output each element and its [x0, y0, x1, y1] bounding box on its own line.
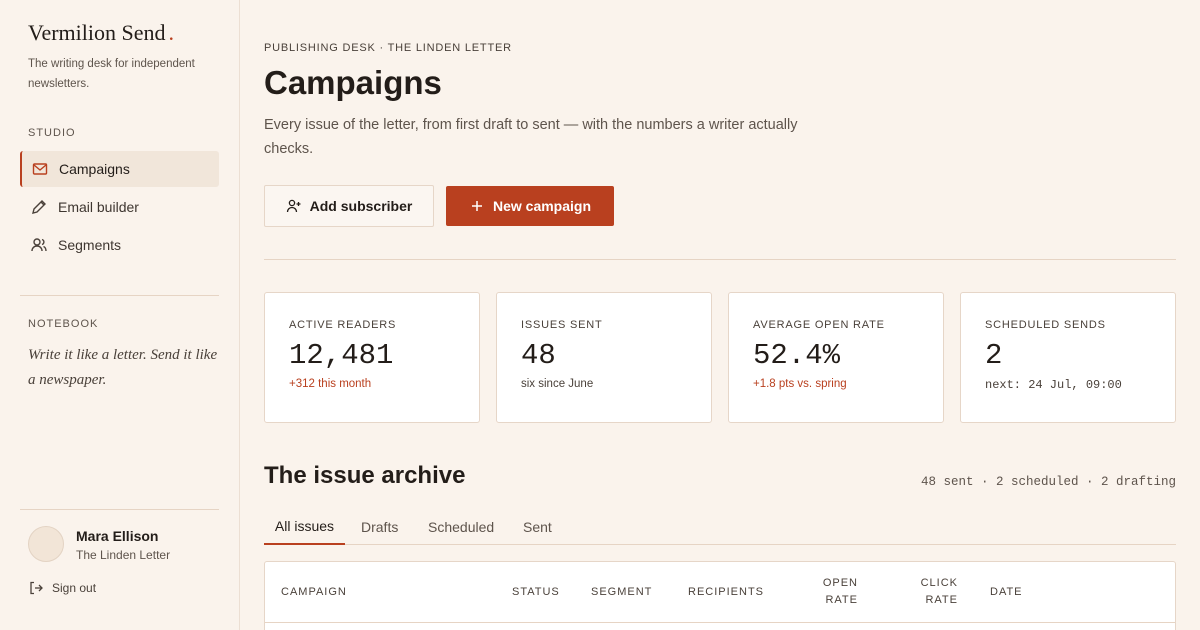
main-content: PUBLISHING DESK · THE LINDEN LETTER Camp… [264, 0, 1176, 630]
sign-out-icon [28, 580, 44, 596]
user-publication: The Linden Letter [76, 548, 171, 562]
add-subscriber-label: Add subscriber [309, 198, 413, 214]
tab-all-issues[interactable]: All issues [264, 508, 345, 545]
column-header-recipients[interactable]: RECIPIENTS [688, 562, 764, 622]
sidebar-item-email-builder[interactable]: Email builder [20, 189, 219, 225]
column-header-date[interactable]: DATE [990, 562, 1023, 622]
sign-out-label: Sign out [52, 581, 97, 595]
archive-title: The issue archive [264, 462, 466, 489]
stat-value: 52.4% [753, 339, 841, 372]
sidebar-item-label: Segments [58, 237, 122, 253]
studio-section-label: STUDIO [28, 127, 76, 139]
tab-sent[interactable]: Sent [523, 508, 552, 545]
sign-out-button[interactable]: Sign out [28, 580, 96, 596]
stat-card-issues-sent: ISSUES SENT 48 six since June [496, 292, 712, 423]
stat-card-open-rate: AVERAGE OPEN RATE 52.4% +1.8 pts vs. spr… [728, 292, 944, 423]
stat-note: +312 this month [289, 378, 372, 390]
stat-value: 2 [985, 339, 1003, 372]
stat-card-scheduled-sends: SCHEDULED SENDS 2 next: 24 Jul, 09:00 [960, 292, 1176, 423]
mail-icon [31, 160, 49, 178]
brand-dot: . [168, 20, 175, 45]
sidebar-divider [20, 509, 219, 510]
archive-tabs: All issues Drafts Scheduled Sent [264, 508, 1176, 545]
column-header-segment[interactable]: SEGMENT [591, 562, 652, 622]
brand-name: Vermilion Send [28, 20, 166, 45]
stat-card-active-readers: ACTIVE READERS 12,481 +312 this month [264, 292, 480, 423]
stat-note: next: 24 Jul, 09:00 [985, 378, 1122, 392]
section-divider [264, 259, 1176, 260]
stat-label: ACTIVE READERS [289, 319, 397, 331]
table-header-divider [265, 622, 1175, 623]
sidebar-item-label: Campaigns [59, 161, 130, 177]
add-subscriber-button[interactable]: Add subscriber [264, 185, 434, 227]
stat-note: +1.8 pts vs. spring [753, 378, 847, 390]
tab-drafts[interactable]: Drafts [361, 508, 398, 545]
tab-scheduled[interactable]: Scheduled [428, 508, 494, 545]
archive-summary: 48 sent · 2 scheduled · 2 drafting [920, 475, 1176, 489]
brand-tagline: The writing desk for independent newslet… [28, 58, 195, 90]
new-campaign-label: New campaign [492, 198, 592, 214]
stat-note: six since June [521, 378, 594, 390]
campaign-table: CAMPAIGN STATUS SEGMENT RECIPIENTS OPEN … [264, 561, 1176, 630]
sidebar: Vermilion Send. The writing desk for ind… [0, 0, 240, 630]
notebook-section-label: NOTEBOOK [28, 318, 99, 330]
sidebar-divider [20, 295, 219, 296]
column-header-open-rate[interactable]: OPEN RATE [805, 562, 858, 622]
add-user-icon [286, 198, 302, 214]
sidebar-item-label: Email builder [58, 199, 139, 215]
column-header-status[interactable]: STATUS [512, 562, 560, 622]
sidebar-item-segments[interactable]: Segments [20, 227, 219, 263]
notebook-quote: Write it like a letter. Send it like a n… [28, 347, 218, 388]
brand-logo[interactable]: Vermilion Send. [28, 20, 174, 46]
stat-value: 12,481 [289, 339, 394, 372]
plus-icon [469, 198, 485, 214]
users-icon [30, 236, 48, 254]
new-campaign-button[interactable]: New campaign [446, 186, 614, 226]
pen-icon [30, 198, 48, 216]
stat-label: ISSUES SENT [521, 319, 603, 331]
stat-label: AVERAGE OPEN RATE [753, 319, 885, 331]
stat-label: SCHEDULED SENDS [985, 319, 1106, 331]
breadcrumb: PUBLISHING DESK · THE LINDEN LETTER [264, 42, 512, 54]
stat-value: 48 [521, 339, 556, 372]
sidebar-item-campaigns[interactable]: Campaigns [20, 151, 219, 187]
column-header-campaign[interactable]: CAMPAIGN [281, 562, 347, 622]
page-title: Campaigns [264, 64, 442, 101]
page-description: Every issue of the letter, from first dr… [264, 117, 798, 157]
avatar[interactable] [28, 526, 64, 562]
user-name: Mara Ellison [76, 528, 159, 544]
column-header-click-rate[interactable]: CLICK RATE [905, 562, 958, 622]
